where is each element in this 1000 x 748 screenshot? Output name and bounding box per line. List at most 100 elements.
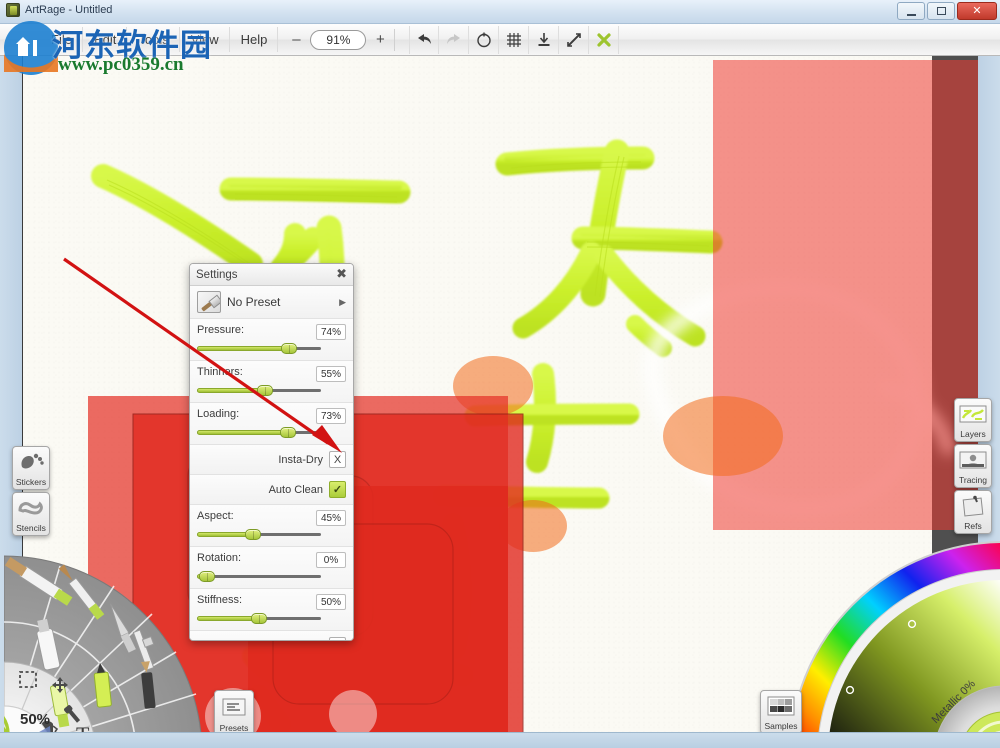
presets-button[interactable]: Presets xyxy=(214,690,254,736)
pressure-label: Pressure: xyxy=(197,324,245,336)
undo-button[interactable] xyxy=(409,25,440,54)
toggle-row-square-head[interactable]: Square Head X xyxy=(190,631,353,641)
preset-selector[interactable]: No Preset ▶ xyxy=(190,286,353,319)
close-canvas-icon xyxy=(597,32,611,47)
slider-fill xyxy=(197,346,289,351)
toggle-row-auto-clean[interactable]: Auto Clean ✓ xyxy=(190,475,353,505)
settings-close-icon[interactable]: ✖ xyxy=(336,267,347,281)
slider-row-pressure[interactable]: Pressure: 74% xyxy=(190,319,353,361)
layers-icon xyxy=(955,399,991,429)
loading-value[interactable]: 73% xyxy=(316,408,346,424)
layers-button[interactable]: Layers xyxy=(954,398,992,442)
slider-knob[interactable] xyxy=(245,529,261,540)
close-canvas-button[interactable] xyxy=(589,25,620,54)
color-picker[interactable]: Metallic 0% xyxy=(784,536,1000,748)
minimize-button[interactable] xyxy=(897,2,925,20)
undo-icon xyxy=(418,33,432,44)
fullscreen-button[interactable] xyxy=(559,25,590,54)
menu-help[interactable]: Help xyxy=(230,27,279,52)
stencils-label: Stencils xyxy=(16,523,46,533)
stencils-button[interactable]: Stencils xyxy=(12,492,50,536)
menu-edit[interactable]: Edit xyxy=(83,27,128,52)
tracing-button[interactable]: Tracing xyxy=(954,444,992,488)
stickers-label: Stickers xyxy=(15,477,47,487)
refs-icon xyxy=(955,491,991,521)
samples-icon xyxy=(761,691,801,721)
zoom-out-button[interactable]: – xyxy=(286,30,306,50)
bottom-frame xyxy=(0,732,1000,748)
slider-fill xyxy=(197,430,288,435)
slider-row-aspect[interactable]: Aspect: 45% xyxy=(190,505,353,547)
loading-slider[interactable] xyxy=(197,427,321,438)
title-bar: ArtRage - Untitled ✕ xyxy=(0,0,1000,24)
stickers-icon xyxy=(13,447,49,477)
stencils-icon xyxy=(13,493,49,523)
square-head-label: Square Head xyxy=(258,640,323,641)
reset-rotation-button[interactable] xyxy=(469,25,500,54)
stiffness-value[interactable]: 50% xyxy=(316,594,346,610)
tool-wheel[interactable]: T 50% xyxy=(4,544,214,748)
samples-button[interactable]: Samples xyxy=(760,690,802,734)
close-button[interactable]: ✕ xyxy=(957,2,997,20)
artrage-icon xyxy=(6,3,20,17)
slider-row-stiffness[interactable]: Stiffness: 50% xyxy=(190,589,353,631)
zoom-value-field[interactable]: 91% xyxy=(310,29,367,50)
presets-icon xyxy=(215,691,253,723)
tracing-icon xyxy=(955,445,991,475)
window-title: ArtRage - Untitled xyxy=(25,4,113,16)
insta-dry-checkbox[interactable]: X xyxy=(329,451,346,468)
toolbar-separator xyxy=(394,28,396,51)
canvas-toolbar xyxy=(409,25,620,54)
slider-knob[interactable] xyxy=(257,385,273,396)
stiffness-slider[interactable] xyxy=(197,613,321,624)
rotation-slider[interactable] xyxy=(197,571,321,582)
thinners-value[interactable]: 55% xyxy=(316,366,346,382)
pressure-slider[interactable] xyxy=(197,343,321,354)
menu-bar: File Edit Tools View Help – 91% + xyxy=(0,24,1000,56)
stickers-button[interactable]: Stickers xyxy=(12,446,50,490)
rotation-value[interactable]: 0% xyxy=(316,552,346,568)
close-icon: ✕ xyxy=(972,4,982,17)
aspect-slider[interactable] xyxy=(197,529,321,540)
insta-dry-label: Insta-Dry xyxy=(278,453,323,466)
maximize-icon xyxy=(936,7,946,15)
slider-row-rotation[interactable]: Rotation: 0% xyxy=(190,547,353,589)
slider-fill xyxy=(197,388,265,393)
samples-label: Samples xyxy=(764,721,798,731)
zoom-in-button[interactable]: + xyxy=(370,30,390,50)
brush-size-label: 50% xyxy=(20,711,50,728)
auto-clean-label: Auto Clean xyxy=(268,483,323,496)
menu-file[interactable]: File xyxy=(40,27,83,52)
preset-name-label: No Preset xyxy=(227,295,281,309)
settings-panel-header: Settings ✖ xyxy=(190,264,353,286)
slider-row-thinners[interactable]: Thinners: 55% xyxy=(190,361,353,403)
slider-row-loading[interactable]: Loading: 73% xyxy=(190,403,353,445)
zoom-controls: – 91% + xyxy=(286,29,390,50)
toggle-row-insta-dry[interactable]: Insta-Dry X xyxy=(190,445,353,475)
aspect-label: Aspect: xyxy=(197,510,234,522)
auto-clean-checkbox[interactable]: ✓ xyxy=(329,481,346,498)
maximize-button[interactable] xyxy=(927,2,955,20)
slider-knob[interactable] xyxy=(281,343,297,354)
square-head-checkbox[interactable]: X xyxy=(329,637,346,640)
chevron-right-icon[interactable]: ▶ xyxy=(339,297,346,308)
aspect-value[interactable]: 45% xyxy=(316,510,346,526)
slider-knob[interactable] xyxy=(251,613,267,624)
menu-tools[interactable]: Tools xyxy=(127,27,180,52)
loading-label: Loading: xyxy=(197,408,240,420)
thinners-slider[interactable] xyxy=(197,385,321,396)
menu-view[interactable]: View xyxy=(180,27,230,52)
layers-label: Layers xyxy=(960,429,986,439)
artrage-window: ArtRage - Untitled ✕ File Edit Tools Vie… xyxy=(0,0,1000,748)
fullscreen-icon xyxy=(567,32,581,47)
redo-button[interactable] xyxy=(439,25,470,54)
slider-knob[interactable] xyxy=(280,427,296,438)
pressure-value[interactable]: 74% xyxy=(316,324,346,340)
tracing-label: Tracing xyxy=(958,475,988,485)
grid-button[interactable] xyxy=(499,25,530,54)
refs-label: Refs xyxy=(964,521,982,531)
brush-preset-thumb-icon xyxy=(197,291,221,313)
settings-panel-title: Settings xyxy=(196,268,238,281)
refs-button[interactable]: Refs xyxy=(954,490,992,534)
export-button[interactable] xyxy=(529,25,560,54)
